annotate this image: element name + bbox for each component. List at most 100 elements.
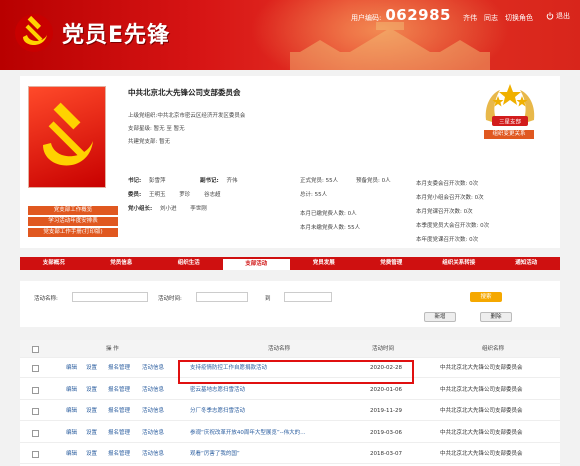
user-code: 062985 <box>385 6 451 24</box>
col-activity-time: 活动时间 <box>372 346 395 352</box>
settings-link[interactable]: 设置 <box>86 424 97 443</box>
registration-link[interactable]: 报名管理 <box>108 402 130 421</box>
group-leader-label: 党小组长: <box>128 206 153 212</box>
activity-name-link[interactable]: 观看“厉害了我的国” <box>190 445 240 464</box>
work-manual-button[interactable]: 党支部工作手册(打印版) <box>28 228 118 237</box>
branch-rating: 支部星级: 暂无 至 暂无 <box>128 124 185 132</box>
edit-link[interactable]: 编辑 <box>66 424 77 443</box>
org-name: 中共北京北大先锋公司支部委员会 <box>128 88 241 97</box>
delete-button[interactable]: 删除 <box>480 312 512 322</box>
row-checkbox[interactable] <box>32 408 39 415</box>
select-all-checkbox[interactable] <box>32 346 39 353</box>
committee-member: 谷志超 <box>203 192 221 198</box>
committee-label: 委员: <box>128 192 142 198</box>
add-button[interactable]: 新增 <box>424 312 456 322</box>
edit-link[interactable]: 编辑 <box>66 402 77 421</box>
settings-link[interactable]: 设置 <box>86 359 97 378</box>
date-to-label: 到 <box>265 296 271 302</box>
deputy-field: 副书记: 齐伟 <box>200 176 237 184</box>
group-leader: 刘小进 <box>159 206 177 212</box>
activity-org: 中共北京北大先锋公司支部委员会 <box>440 408 523 414</box>
settings-link[interactable]: 设置 <box>86 402 97 421</box>
col-activity-name: 活动名称 <box>268 346 291 352</box>
table-row: 编辑 设置 报名管理 活动信息 参观“庆祝改革开放40周年大型展览”--伟大的… 2019… <box>20 424 560 443</box>
exit-label: 退出 <box>556 12 570 20</box>
activity-info-link[interactable]: 活动信息 <box>142 445 164 464</box>
tab-dues-management[interactable]: 党费管理 <box>358 257 426 270</box>
secretary-label: 书记: <box>128 178 142 184</box>
registration-link[interactable]: 报名管理 <box>108 381 130 400</box>
party-flag-image <box>28 86 106 188</box>
tab-branch-activities[interactable]: 支部活动 <box>222 257 290 270</box>
activity-org: 中共北京北大先锋公司支部委员会 <box>440 386 523 393</box>
registration-link[interactable]: 报名管理 <box>108 359 130 378</box>
hammer-sickle-icon <box>15 14 53 52</box>
edit-link[interactable]: 编辑 <box>66 445 77 464</box>
exit-button[interactable]: 退出 <box>546 11 570 21</box>
total-members: 总计: 55人 <box>300 192 328 198</box>
activity-name-link[interactable]: 分厂冬季志愿扫雪活动 <box>190 402 245 421</box>
star-badge-label: 三星支部 <box>499 118 522 126</box>
edit-link[interactable]: 编辑 <box>66 359 77 378</box>
search-button[interactable]: 搜索 <box>470 292 502 302</box>
branch-overview-button[interactable]: 党支部工作概览 <box>28 206 118 215</box>
activity-table: 操 作 活动名称 活动时间 组织名称 编辑 设置 报名管理 活动信息 支持疫情防控工作自… <box>20 340 560 466</box>
tab-member-info[interactable]: 党员信息 <box>88 257 156 270</box>
build-branch-label: 共建党支部: <box>128 139 158 145</box>
activity-info-link[interactable]: 活动信息 <box>142 402 164 421</box>
switch-role-link[interactable]: 切换角色 <box>505 13 533 23</box>
row-checkbox[interactable] <box>32 429 39 437</box>
stat-party-lessons: 本月党课召开次数: 0次 <box>416 209 473 215</box>
probationary-members: 预备党员: 0人 <box>356 178 391 184</box>
activity-org: 中共北京北大先锋公司支部委员会 <box>440 451 523 457</box>
settings-link[interactable]: 设置 <box>86 445 97 464</box>
row-checkbox[interactable] <box>32 365 39 372</box>
org-relation-button[interactable]: 组织变更关系 <box>484 130 534 139</box>
group-leader-field: 党小组长: 刘小进 李世刚 <box>128 204 207 212</box>
row-checkbox[interactable] <box>32 451 39 458</box>
table-row: 编辑 设置 报名管理 活动信息 观看“厉害了我的国” 2018-03-07 中共北京北大先锋… <box>20 445 560 464</box>
activity-org: 中共北京北大先锋公司支部委员会 <box>440 429 523 436</box>
start-date-input[interactable] <box>196 292 248 302</box>
activity-info-link[interactable]: 活动信息 <box>142 424 164 443</box>
tab-member-development[interactable]: 党员发展 <box>290 257 358 270</box>
table-row: 编辑 设置 报名管理 活动信息 分厂冬季志愿扫雪活动 2019-11-29 中共北京北大先锋… <box>20 402 560 421</box>
activity-time-label: 活动时间: <box>158 296 182 302</box>
edit-link[interactable]: 编辑 <box>66 381 77 400</box>
dues-paid: 本月已缴党费人数: 0人 <box>300 211 357 217</box>
activity-name-link[interactable]: 参观“庆祝改革开放40周年大型展览”--伟大的… <box>190 424 306 443</box>
deputy-label: 副书记: <box>200 178 219 184</box>
section-tabs: 支部概况 党员信息 组织生活 支部活动 党员发展 党费管理 组织关系转接 通知活… <box>20 257 560 270</box>
tab-org-life[interactable]: 组织生活 <box>155 257 223 270</box>
tab-notices[interactable]: 通知活动 <box>493 257 561 270</box>
annual-plan-button[interactable]: 学习活动年度安排表 <box>28 217 118 226</box>
end-date-input[interactable] <box>284 292 332 302</box>
stat-committee-meetings: 本月支委会召开次数: 0次 <box>416 181 479 187</box>
app-title: 党员E先锋 <box>62 23 171 48</box>
tab-branch-overview[interactable]: 支部概况 <box>20 257 88 270</box>
activity-date: 2019-11-29 <box>370 408 402 414</box>
power-icon <box>546 12 554 20</box>
registration-link[interactable]: 报名管理 <box>108 445 130 464</box>
user-code-label: 用户编码: <box>351 14 382 22</box>
skyline-illustration <box>290 22 490 70</box>
build-branch-value: 暂无 <box>159 139 171 145</box>
branch-rating-value: 暂无 <box>153 126 165 132</box>
user-name: 齐伟 <box>463 14 477 22</box>
registration-link[interactable]: 报名管理 <box>108 424 130 443</box>
activity-name-input[interactable] <box>72 292 148 302</box>
row-checkbox[interactable] <box>32 386 39 394</box>
activity-info-link[interactable]: 活动信息 <box>142 381 164 400</box>
settings-link[interactable]: 设置 <box>86 381 97 400</box>
tab-relation-transfer[interactable]: 组织关系转接 <box>425 257 493 270</box>
stat-year-lessons: 本年度党课召开次数: 0次 <box>416 237 479 243</box>
col-org-name: 组织名称 <box>482 346 505 352</box>
col-operation: 操 作 <box>106 346 119 352</box>
formal-members: 正式党员: 55人 <box>300 178 339 184</box>
activity-info-link[interactable]: 活动信息 <box>142 359 164 378</box>
stat-group-meetings: 本月党小组会召开次数: 0次 <box>416 195 484 201</box>
table-header-row: 操 作 活动名称 活动时间 组织名称 <box>20 340 560 358</box>
highlight-box <box>178 360 414 384</box>
branch-profile-card: 党支部工作概览 学习活动年度安排表 党支部工作手册(打印版) 中共北京北大先锋公… <box>20 76 560 248</box>
app-logo[interactable]: 党员E先锋 <box>14 13 170 53</box>
